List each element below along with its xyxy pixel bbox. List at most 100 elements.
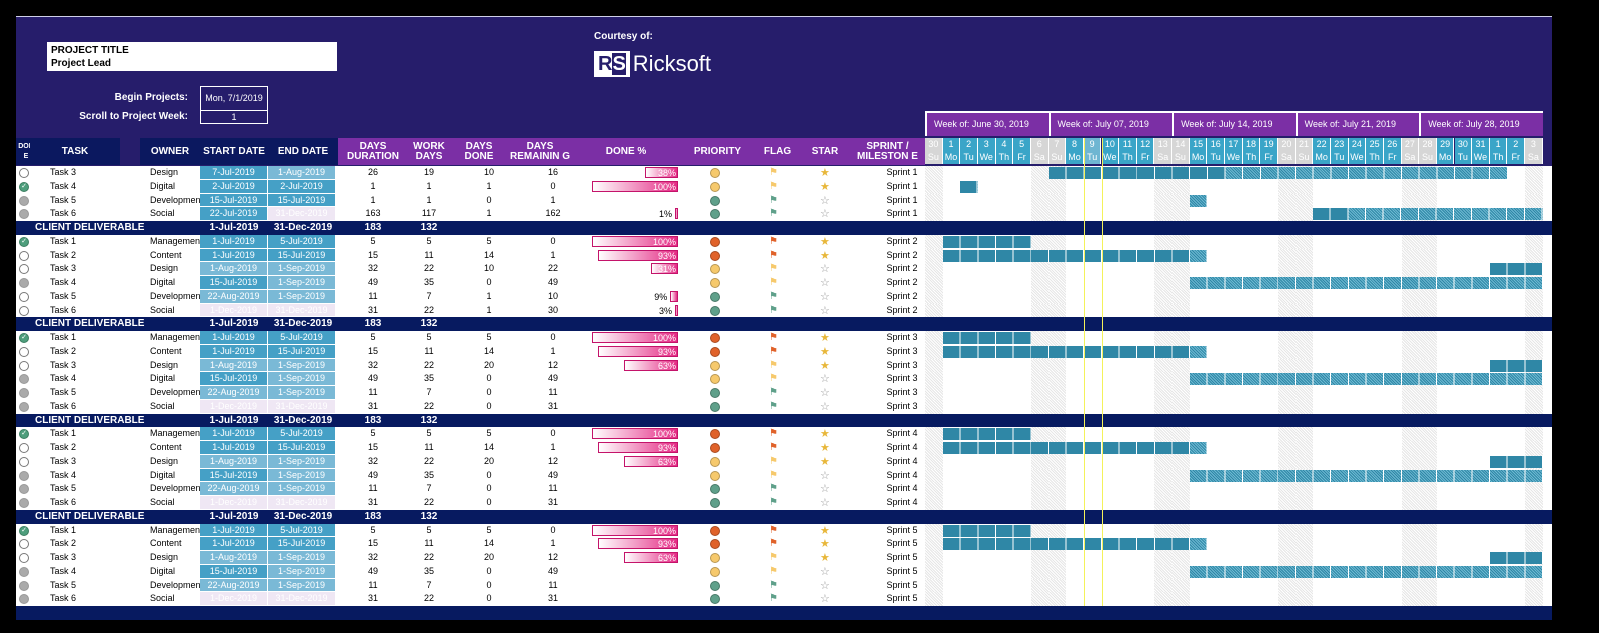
done-checkbox[interactable] (19, 346, 29, 357)
column-header-sprint[interactable]: SPRINT / MILESTON E (850, 138, 925, 165)
gantt-bar[interactable] (1489, 455, 1543, 468)
flag-low-icon[interactable]: ⚑ (769, 580, 778, 591)
priority-medium-icon[interactable] (710, 374, 720, 385)
task-row[interactable]: ✓ Task 1 Management 1-Jul-2019 5-Jul-2019 5 5 5… (16, 523, 1552, 538)
done-checkbox[interactable]: ✓ (19, 236, 29, 247)
task-row[interactable]: Task 6 Social 1-Dec-2019 31-Dec-2019 31 22 1 30… (16, 303, 1552, 318)
column-header-work-days[interactable]: WORK DAYS (408, 138, 450, 165)
gantt-bar[interactable] (1489, 263, 1543, 276)
star-empty-icon[interactable]: ☆ (820, 400, 830, 413)
gantt-bar[interactable] (1048, 167, 1508, 179)
priority-low-icon[interactable] (710, 305, 720, 316)
gantt-bar[interactable] (1189, 194, 1208, 207)
star-empty-icon[interactable]: ☆ (820, 290, 830, 303)
done-checkbox[interactable] (19, 291, 29, 302)
start-date[interactable]: 22-Aug-2019 (200, 386, 268, 400)
done-checkbox[interactable] (19, 250, 29, 261)
priority-medium-icon[interactable] (710, 360, 720, 371)
done-checkbox[interactable] (19, 264, 29, 275)
flag-medium-icon[interactable]: ⚑ (769, 456, 778, 467)
end-date[interactable]: 1-Sep-2019 (268, 372, 336, 386)
start-date[interactable]: 1-Jul-2019 (200, 537, 268, 551)
priority-low-icon[interactable] (710, 498, 720, 508)
end-date[interactable]: 15-Jul-2019 (268, 441, 336, 455)
flag-high-icon[interactable]: ⚑ (769, 538, 778, 549)
start-date[interactable]: 1-Jul-2019 (200, 523, 268, 538)
gantt-bar[interactable] (1489, 359, 1543, 372)
gantt-bar[interactable] (942, 442, 1208, 454)
star-full-icon[interactable]: ★ (820, 441, 830, 454)
column-header-days-done[interactable]: DAYS DONE (450, 138, 508, 165)
start-date[interactable]: 22-Aug-2019 (200, 578, 268, 593)
flag-high-icon[interactable]: ⚑ (769, 525, 778, 536)
gantt-bar[interactable] (942, 345, 1208, 358)
priority-high-icon[interactable] (710, 525, 720, 536)
star-empty-icon[interactable]: ☆ (820, 565, 830, 578)
task-row[interactable]: Task 4 Digital 15-Jul-2019 1-Sep-2019 49 35 0 4… (16, 372, 1552, 386)
star-half-icon[interactable]: ★ (820, 454, 830, 468)
end-date[interactable]: 31-Dec-2019 (268, 592, 336, 606)
star-full-icon[interactable]: ★ (820, 524, 830, 537)
priority-medium-icon[interactable] (710, 264, 720, 275)
deliverable-row[interactable]: CLIENT DELIVERABLE 1-Jul-2019 31-Dec-2019 1… (16, 413, 1552, 428)
star-empty-icon[interactable]: ☆ (820, 262, 830, 275)
star-empty-icon[interactable]: ☆ (820, 372, 830, 385)
task-row[interactable]: ✓ Task 1 Management 1-Jul-2019 5-Jul-2019 5 5 5… (16, 331, 1552, 345)
done-checkbox[interactable] (19, 278, 29, 288)
start-date[interactable]: 1-Aug-2019 (200, 454, 268, 469)
task-row[interactable]: Task 2 Content 1-Jul-2019 15-Jul-2019 15 11 14… (16, 537, 1552, 551)
gantt-bar[interactable] (960, 180, 978, 193)
task-row[interactable]: Task 4 Digital 15-Jul-2019 1-Sep-2019 49 35 0 4… (16, 276, 1552, 290)
start-date[interactable]: 1-Aug-2019 (200, 358, 268, 373)
end-date[interactable]: 15-Jul-2019 (268, 537, 336, 551)
end-date[interactable]: 15-Jul-2019 (268, 344, 336, 359)
gantt-bar[interactable] (1313, 208, 1543, 221)
end-date[interactable]: 1-Sep-2019 (268, 564, 336, 579)
start-date[interactable]: 7-Jul-2019 (200, 166, 268, 180)
start-date[interactable]: 1-Jul-2019 (200, 344, 268, 359)
priority-low-icon[interactable] (710, 401, 720, 412)
flag-medium-icon[interactable]: ⚑ (769, 566, 778, 577)
task-row[interactable]: Task 6 Social 1-Dec-2019 31-Dec-2019 31 22 0 31… (16, 496, 1552, 510)
gantt-bar[interactable] (942, 332, 1031, 344)
flag-high-icon[interactable]: ⚑ (769, 236, 778, 247)
task-row[interactable]: Task 5 Development 15-Jul-2019 15-Jul-2019 1… (16, 193, 1552, 208)
gantt-bar[interactable] (1189, 469, 1543, 482)
end-date[interactable]: 1-Sep-2019 (268, 482, 336, 496)
done-checkbox[interactable]: ✓ (19, 181, 29, 192)
star-empty-icon[interactable]: ☆ (820, 482, 830, 495)
done-checkbox[interactable] (19, 580, 29, 591)
end-date[interactable]: 5-Jul-2019 (268, 427, 336, 441)
flag-low-icon[interactable]: ⚑ (769, 401, 778, 412)
flag-medium-icon[interactable]: ⚑ (769, 181, 778, 192)
star-empty-icon[interactable]: ☆ (820, 304, 830, 317)
priority-medium-icon[interactable] (710, 168, 720, 178)
end-date[interactable]: 2-Jul-2019 (268, 179, 336, 194)
done-checkbox[interactable] (19, 443, 29, 453)
done-checkbox[interactable] (19, 401, 29, 412)
star-half-icon[interactable]: ★ (820, 166, 830, 179)
scroll-week-input[interactable]: 1 (200, 110, 268, 124)
end-date[interactable]: 31-Dec-2019 (268, 496, 336, 510)
done-checkbox[interactable] (19, 470, 29, 481)
priority-high-icon[interactable] (710, 250, 720, 261)
begin-projects-input[interactable]: Mon, 7/1/2019 (200, 86, 268, 111)
deliverable-row[interactable]: CLIENT DELIVERABLE 1-Jul-2019 31-Dec-2019 1… (16, 317, 1552, 331)
column-header-done-pct[interactable]: DONE % (572, 138, 680, 165)
start-date[interactable]: 2-Jul-2019 (200, 179, 268, 194)
priority-high-icon[interactable] (710, 236, 720, 247)
start-date[interactable]: 22-Aug-2019 (200, 482, 268, 496)
end-date[interactable]: 1-Sep-2019 (268, 276, 336, 290)
start-date[interactable]: 1-Dec-2019 (200, 592, 268, 606)
end-date[interactable]: 5-Jul-2019 (268, 523, 336, 538)
task-row[interactable]: Task 5 Development 22-Aug-2019 1-Sep-2019 11… (16, 386, 1552, 400)
star-empty-icon[interactable]: ☆ (820, 207, 830, 220)
task-row[interactable]: Task 2 Content 1-Jul-2019 15-Jul-2019 15 11 14… (16, 441, 1552, 455)
star-full-icon[interactable]: ★ (820, 427, 830, 440)
star-full-icon[interactable]: ★ (820, 235, 830, 248)
flag-high-icon[interactable]: ⚑ (769, 332, 778, 343)
flag-medium-icon[interactable]: ⚑ (769, 360, 778, 371)
flag-medium-icon[interactable]: ⚑ (769, 167, 778, 178)
column-header-duration[interactable]: DAYS DURATION (338, 138, 408, 165)
done-checkbox[interactable] (19, 360, 29, 371)
